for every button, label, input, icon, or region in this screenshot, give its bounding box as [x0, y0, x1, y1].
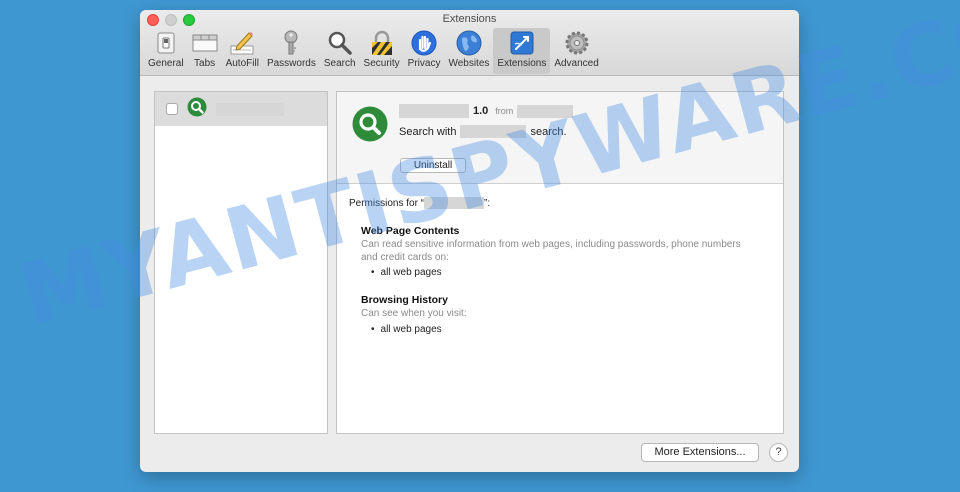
- more-extensions-button[interactable]: More Extensions...: [641, 443, 759, 462]
- permission-scope: all web pages: [371, 267, 783, 278]
- extension-name-redacted: [424, 197, 485, 209]
- permission-description: Can see when you visit:: [361, 308, 467, 319]
- extension-version: 1.0: [473, 105, 489, 117]
- search-suffix-label: search.: [530, 125, 567, 138]
- puzzle-icon: [509, 30, 535, 56]
- permissions-panel: Permissions for “ ”: Web Page Contents C…: [337, 184, 783, 335]
- extension-name-redacted: [216, 102, 284, 116]
- preferences-toolbar: General Tabs AutoFill Passwords Search S…: [144, 28, 603, 74]
- permissions-header: Permissions for “ ”:: [349, 197, 783, 209]
- tab-privacy[interactable]: Privacy: [404, 28, 445, 74]
- tabs-icon: [192, 30, 218, 56]
- permission-browsing-history: Browsing History Can see when you visit:…: [361, 294, 783, 335]
- tab-general[interactable]: General: [144, 28, 188, 74]
- window-title: Extensions: [442, 13, 497, 25]
- extension-details: 1.0 from Search with search. Uninstall P…: [336, 91, 784, 434]
- search-engine-redacted: [460, 125, 527, 138]
- tab-autofill-label: AutoFill: [225, 58, 259, 69]
- gear-icon: [564, 30, 590, 56]
- tab-search[interactable]: Search: [320, 28, 360, 74]
- search-extension-large-icon: [352, 106, 388, 147]
- permission-description: Can read sensitive information from web …: [361, 239, 741, 263]
- tab-tabs-label: Tabs: [194, 58, 216, 69]
- tab-privacy-label: Privacy: [407, 58, 441, 69]
- lock-icon: [369, 30, 395, 56]
- hand-icon: [411, 30, 437, 56]
- tab-websites[interactable]: Websites: [444, 28, 493, 74]
- tab-advanced[interactable]: Advanced: [550, 28, 602, 74]
- key-icon: [278, 30, 304, 56]
- extension-name-redacted: [399, 104, 469, 118]
- help-button[interactable]: ?: [769, 443, 788, 462]
- preferences-window: Extensions General Tabs AutoFill Passwor…: [140, 10, 799, 472]
- list-item[interactable]: [155, 92, 327, 126]
- tab-passwords[interactable]: Passwords: [263, 28, 320, 74]
- tab-passwords-label: Passwords: [266, 58, 316, 69]
- extension-description: Search with search.: [399, 125, 567, 138]
- permission-scope: all web pages: [371, 324, 783, 335]
- tab-advanced-label: Advanced: [554, 58, 599, 69]
- permissions-header-prefix: Permissions for “: [349, 197, 425, 209]
- tab-security[interactable]: Security: [360, 28, 404, 74]
- tab-extensions-label: Extensions: [497, 58, 547, 69]
- search-extension-icon: [187, 97, 207, 122]
- uninstall-button[interactable]: Uninstall: [400, 158, 466, 173]
- globe-icon: [456, 30, 482, 56]
- extension-from-label: from: [495, 106, 514, 116]
- tab-security-label: Security: [363, 58, 400, 69]
- permission-title: Web Page Contents: [361, 225, 460, 237]
- developer-name-redacted: [517, 104, 574, 118]
- titlebar: Extensions General Tabs AutoFill Passwor…: [140, 10, 799, 76]
- extension-summary: 1.0 from Search with search. Uninstall: [337, 92, 783, 184]
- tab-tabs[interactable]: Tabs: [188, 28, 222, 74]
- permissions-header-suffix: ”:: [484, 197, 491, 209]
- tab-autofill[interactable]: AutoFill: [222, 28, 263, 74]
- tab-general-label: General: [148, 58, 184, 69]
- autofill-pencil-icon: [229, 30, 255, 56]
- general-switch-icon: [153, 30, 179, 56]
- extension-enable-checkbox[interactable]: [166, 103, 178, 115]
- extension-title-line: 1.0 from: [399, 104, 574, 118]
- permission-title: Browsing History: [361, 294, 448, 306]
- search-with-label: Search with: [399, 125, 457, 138]
- extensions-list: [154, 91, 328, 434]
- permission-web-page-contents: Web Page Contents Can read sensitive inf…: [361, 225, 783, 278]
- magnifier-icon: [327, 30, 353, 56]
- tab-search-label: Search: [323, 58, 356, 69]
- tab-extensions[interactable]: Extensions: [493, 28, 551, 74]
- tab-websites-label: Websites: [448, 58, 490, 69]
